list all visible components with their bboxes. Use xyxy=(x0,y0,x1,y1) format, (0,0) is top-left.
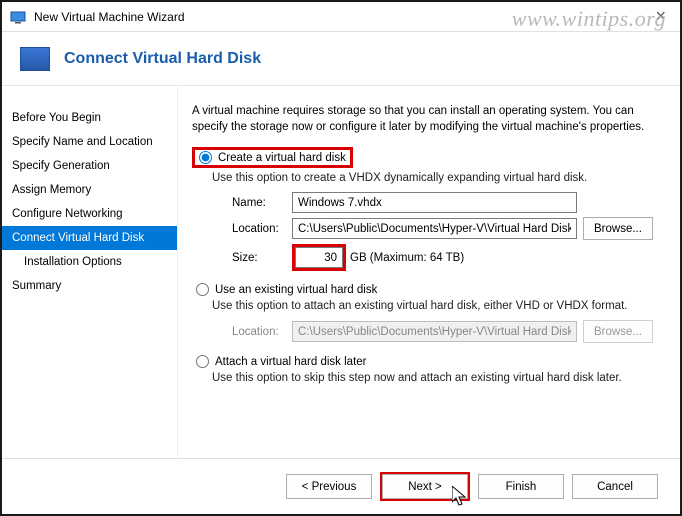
radio-create-vhd[interactable]: Create a virtual hard disk xyxy=(192,147,660,168)
heading-text: Connect Virtual Hard Disk xyxy=(64,50,261,68)
location-input[interactable] xyxy=(292,218,577,239)
existing-form: Location: Browse... xyxy=(232,320,660,343)
existing-location-label: Location: xyxy=(232,326,292,338)
size-input[interactable] xyxy=(295,247,343,268)
name-input[interactable] xyxy=(292,192,577,213)
wizard-body: Before You Begin Specify Name and Locati… xyxy=(2,86,680,458)
radio-create-label: Create a virtual hard disk xyxy=(218,152,346,164)
nav-configure-networking[interactable]: Configure Networking xyxy=(2,202,177,226)
existing-hint: Use this option to attach an existing vi… xyxy=(212,300,660,312)
nav-summary[interactable]: Summary xyxy=(2,274,177,298)
create-form: Name: Location: Browse... Size: GB (Maxi… xyxy=(232,192,660,271)
size-unit: GB (Maximum: 64 TB) xyxy=(350,252,464,264)
footer: < Previous Next > Finish Cancel xyxy=(2,458,680,514)
previous-button[interactable]: < Previous xyxy=(286,474,372,499)
nav-assign-memory[interactable]: Assign Memory xyxy=(2,178,177,202)
radio-existing-vhd[interactable]: Use an existing virtual hard disk xyxy=(192,283,660,296)
titlebar: New Virtual Machine Wizard × xyxy=(2,2,680,32)
radio-create-input[interactable] xyxy=(199,151,212,164)
existing-location-input xyxy=(292,321,577,342)
radio-later-vhd[interactable]: Attach a virtual hard disk later xyxy=(192,355,660,368)
intro-text: A virtual machine requires storage so th… xyxy=(192,104,660,135)
create-hint: Use this option to create a VHDX dynamic… xyxy=(212,172,660,184)
nav-before-you-begin[interactable]: Before You Begin xyxy=(2,106,177,130)
nav-specify-name[interactable]: Specify Name and Location xyxy=(2,130,177,154)
heading-icon xyxy=(20,47,50,71)
radio-existing-input[interactable] xyxy=(196,283,209,296)
wizard-heading: Connect Virtual Hard Disk xyxy=(2,32,680,86)
finish-button[interactable]: Finish xyxy=(478,474,564,499)
radio-later-input[interactable] xyxy=(196,355,209,368)
radio-later-label: Attach a virtual hard disk later xyxy=(215,356,367,368)
close-icon[interactable]: × xyxy=(649,6,672,27)
main-panel: A virtual machine requires storage so th… xyxy=(178,86,680,458)
nav-specify-generation[interactable]: Specify Generation xyxy=(2,154,177,178)
window-title: New Virtual Machine Wizard xyxy=(34,10,649,24)
wizard-window: www.wintips.org New Virtual Machine Wiza… xyxy=(0,0,682,516)
later-hint: Use this option to skip this step now an… xyxy=(212,372,660,384)
cancel-button[interactable]: Cancel xyxy=(572,474,658,499)
location-label: Location: xyxy=(232,223,292,235)
name-label: Name: xyxy=(232,197,292,209)
app-icon xyxy=(10,9,26,25)
size-label: Size: xyxy=(232,252,292,264)
nav-installation-options[interactable]: Installation Options xyxy=(2,250,177,274)
browse-button[interactable]: Browse... xyxy=(583,217,653,240)
wizard-nav: Before You Begin Specify Name and Locati… xyxy=(2,86,178,458)
existing-browse-button: Browse... xyxy=(583,320,653,343)
nav-connect-vhd[interactable]: Connect Virtual Hard Disk xyxy=(2,226,177,250)
radio-existing-label: Use an existing virtual hard disk xyxy=(215,284,377,296)
next-button[interactable]: Next > xyxy=(382,474,468,499)
